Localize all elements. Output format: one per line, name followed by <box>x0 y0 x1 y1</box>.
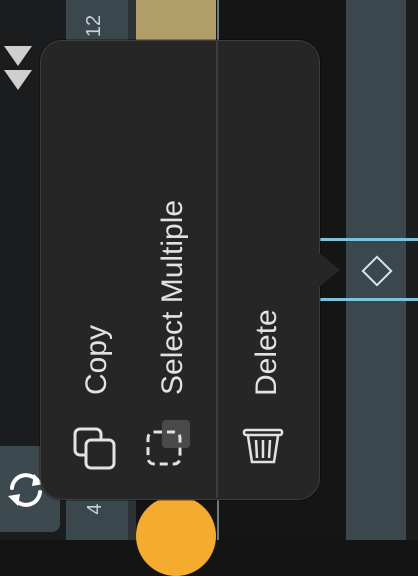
clip-gold[interactable] <box>136 0 216 44</box>
keyframe-guide-line <box>318 238 418 241</box>
double-chevron-down-icon[interactable] <box>2 42 34 94</box>
menu-item-select-multiple[interactable]: Select Multiple <box>140 170 210 480</box>
menu-item-copy[interactable]: Copy <box>60 300 130 480</box>
track-number-top: 12 <box>83 14 105 38</box>
timeline-edge <box>406 0 418 540</box>
menu-item-delete[interactable]: Delete <box>232 290 302 480</box>
keyframe-guide-line <box>318 298 418 301</box>
menu-item-label: Delete <box>250 309 283 396</box>
context-menu-pointer <box>318 252 340 288</box>
menu-item-label: Copy <box>80 324 113 395</box>
menu-divider <box>216 40 218 498</box>
trash-icon <box>242 428 284 464</box>
select-multiple-icon <box>146 420 190 466</box>
copy-icon <box>73 427 116 470</box>
menu-item-label: Select Multiple <box>156 199 189 395</box>
clip-orange[interactable] <box>136 496 216 576</box>
